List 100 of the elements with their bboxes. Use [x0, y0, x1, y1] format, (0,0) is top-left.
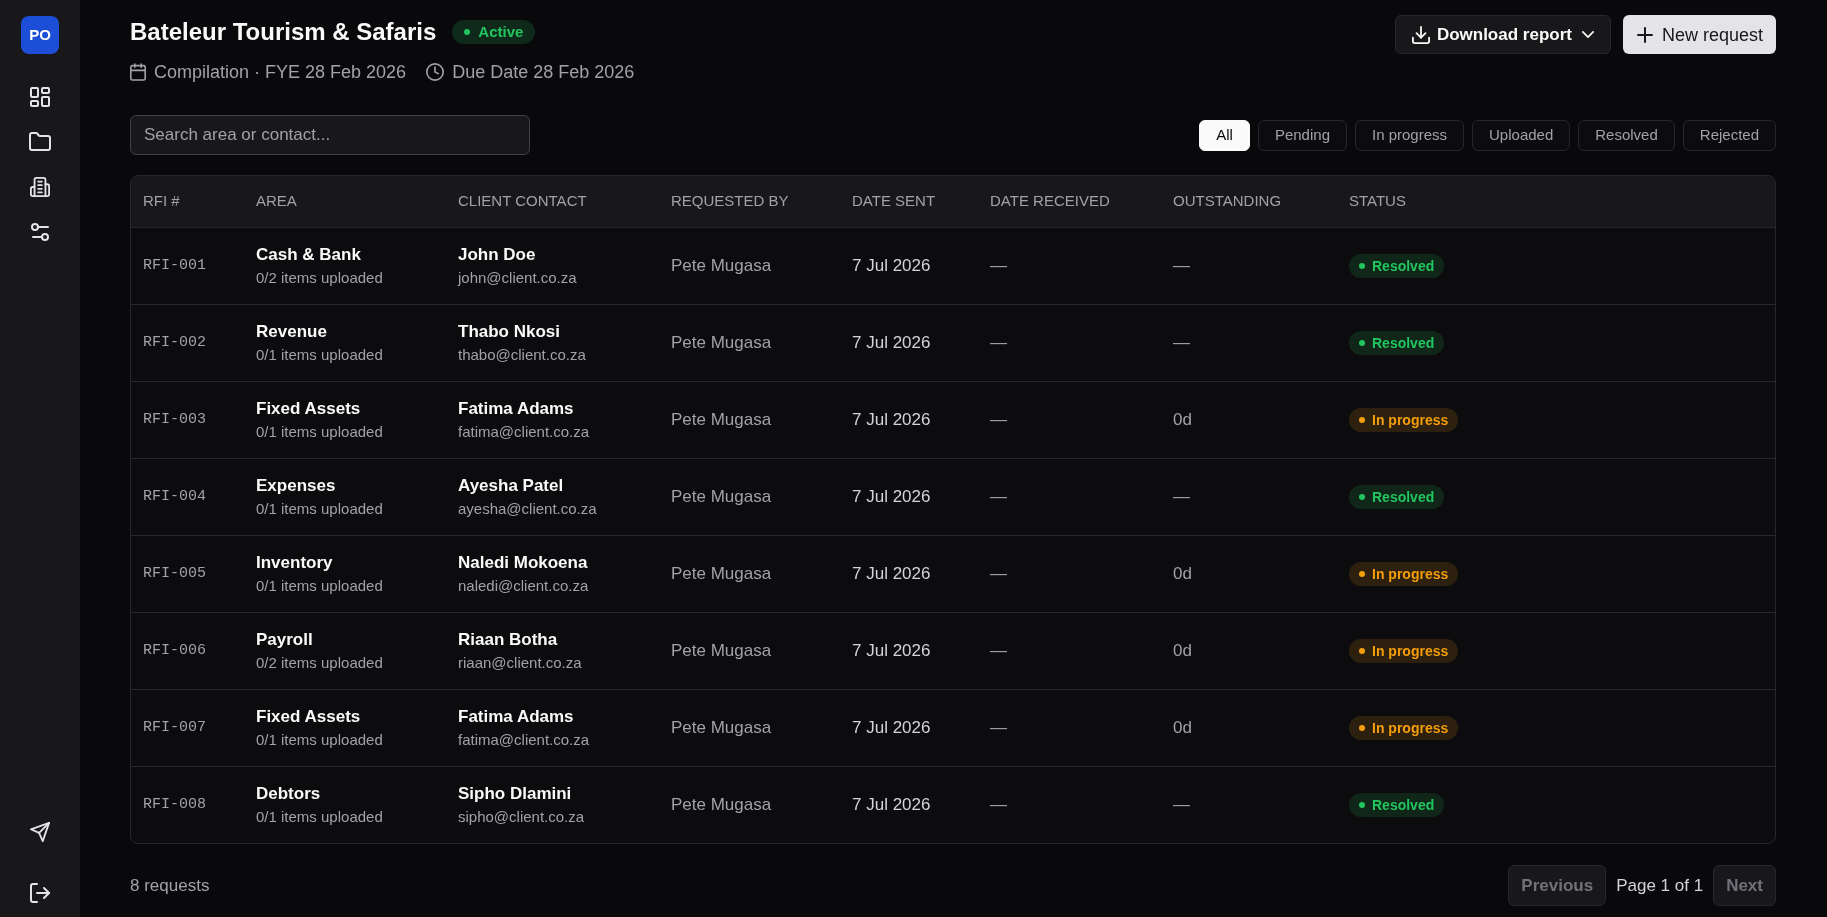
- requested-by: Pete Mugasa: [671, 255, 772, 278]
- user-avatar[interactable]: PO: [21, 16, 59, 54]
- dashboard-icon: [30, 86, 50, 107]
- contact-name: Fatima Adams: [458, 398, 574, 420]
- outstanding-days: 0d: [1173, 715, 1192, 741]
- filter-tab[interactable]: All: [1199, 119, 1250, 151]
- contact-name: Ayesha Patel: [458, 475, 564, 497]
- column-header: REQUESTED BY: [671, 191, 789, 212]
- outstanding-days: 0d: [1173, 638, 1192, 664]
- outstanding-days: —: [1173, 253, 1190, 279]
- new-request-button[interactable]: New request: [1622, 15, 1776, 54]
- clock-icon: [426, 63, 445, 81]
- sliders-icon: [31, 222, 49, 241]
- date-sent: 7 Jul 2026: [852, 255, 931, 278]
- contact-email: fatima@client.co.za: [458, 730, 590, 750]
- date-received: —: [990, 332, 1007, 355]
- filter-tab[interactable]: Pending: [1257, 119, 1347, 151]
- requested-by: Pete Mugasa: [671, 717, 772, 740]
- page-indicator: Page 1 of 1: [1616, 874, 1704, 897]
- items-uploaded-text: 0/1 items uploaded: [256, 499, 383, 519]
- contact-email: riaan@client.co.za: [458, 653, 582, 673]
- date-received: —: [990, 794, 1007, 817]
- plus-icon: [1636, 26, 1653, 43]
- contact-email: naledi@client.co.za: [458, 576, 589, 596]
- rfi-number: RFI-004: [143, 486, 206, 507]
- area-name: Payroll: [256, 629, 313, 651]
- date-sent: 7 Jul 2026: [852, 640, 931, 663]
- column-header: OUTSTANDING: [1173, 191, 1282, 212]
- status-label: Active: [478, 21, 524, 42]
- send-icon: [30, 822, 50, 842]
- rfi-number: RFI-007: [143, 717, 206, 738]
- requested-by: Pete Mugasa: [671, 332, 772, 355]
- date-received: —: [990, 563, 1007, 586]
- contact-name: Riaan Botha: [458, 629, 558, 651]
- page-title: Bateleur Tourism & Safaris: [130, 17, 437, 47]
- status-label: In progress: [1372, 564, 1449, 584]
- date-received: —: [990, 486, 1007, 509]
- date-sent: 7 Jul 2026: [852, 563, 931, 586]
- contact-name: Naledi Mokoena: [458, 552, 588, 574]
- request-count: 8 requests: [130, 874, 210, 897]
- contact-name: Thabo Nkosi: [458, 321, 560, 343]
- items-uploaded-text: 0/1 items uploaded: [256, 345, 383, 365]
- outstanding-days: —: [1173, 484, 1190, 510]
- column-header: STATUS: [1349, 191, 1406, 212]
- date-received: —: [990, 640, 1007, 663]
- requested-by: Pete Mugasa: [671, 563, 772, 586]
- status-label: In progress: [1372, 718, 1449, 738]
- contact-name: Sipho Dlamini: [458, 783, 572, 805]
- area-name: Debtors: [256, 783, 321, 805]
- items-uploaded-text: 0/1 items uploaded: [256, 730, 383, 750]
- status-label: Resolved: [1372, 487, 1435, 507]
- contact-email: thabo@client.co.za: [458, 345, 586, 365]
- caret-icon: [1581, 31, 1594, 38]
- column-header: RFI #: [143, 191, 180, 212]
- items-uploaded-text: 0/1 items uploaded: [256, 422, 383, 442]
- status-label: In progress: [1372, 641, 1449, 661]
- date-sent: 7 Jul 2026: [852, 332, 931, 355]
- area-name: Fixed Assets: [256, 398, 361, 420]
- filter-tab[interactable]: Uploaded: [1472, 119, 1571, 151]
- requested-by: Pete Mugasa: [671, 794, 772, 817]
- requested-by: Pete Mugasa: [671, 640, 772, 663]
- building-icon: [30, 176, 50, 197]
- download-report-button[interactable]: Download report: [1394, 15, 1611, 54]
- area-name: Fixed Assets: [256, 706, 361, 728]
- column-header: DATE SENT: [852, 191, 936, 212]
- meta-text: Compilation · FYE 28 Feb 2026: [154, 61, 407, 84]
- outstanding-days: 0d: [1173, 561, 1192, 587]
- logout-icon: [30, 883, 50, 903]
- contact-email: fatima@client.co.za: [458, 422, 590, 442]
- status-label: Resolved: [1372, 256, 1435, 276]
- contact-email: ayesha@client.co.za: [458, 499, 597, 519]
- status-label: Resolved: [1372, 333, 1435, 353]
- area-name: Cash & Bank: [256, 244, 361, 266]
- area-name: Expenses: [256, 475, 336, 497]
- download-icon: [1411, 25, 1430, 44]
- rfi-number: RFI-005: [143, 563, 206, 584]
- date-received: —: [990, 409, 1007, 432]
- date-sent: 7 Jul 2026: [852, 409, 931, 432]
- outstanding-days: 0d: [1173, 407, 1192, 433]
- filter-tab[interactable]: In progress: [1355, 119, 1465, 151]
- items-uploaded-text: 0/1 items uploaded: [256, 576, 383, 596]
- search-field[interactable]: Search area or contact...: [130, 115, 530, 155]
- column-header: AREA: [256, 191, 297, 212]
- area-name: Revenue: [256, 321, 327, 343]
- area-name: Inventory: [256, 552, 333, 574]
- date-sent: 7 Jul 2026: [852, 717, 931, 740]
- rfi-number: RFI-001: [143, 255, 206, 276]
- contact-email: sipho@client.co.za: [458, 807, 585, 827]
- status-label: In progress: [1372, 410, 1449, 430]
- outstanding-days: —: [1173, 792, 1190, 818]
- folder-icon: [29, 132, 51, 151]
- rfi-number: RFI-006: [143, 640, 206, 661]
- contact-name: Fatima Adams: [458, 706, 574, 728]
- status-label: Resolved: [1372, 795, 1435, 815]
- meta-text: Due Date 28 Feb 2026: [452, 61, 635, 84]
- items-uploaded-text: 0/2 items uploaded: [256, 268, 383, 288]
- filter-tab[interactable]: Resolved: [1578, 119, 1675, 151]
- requested-by: Pete Mugasa: [671, 486, 772, 509]
- rfi-number: RFI-002: [143, 332, 206, 353]
- filter-tab[interactable]: Rejected: [1682, 119, 1776, 151]
